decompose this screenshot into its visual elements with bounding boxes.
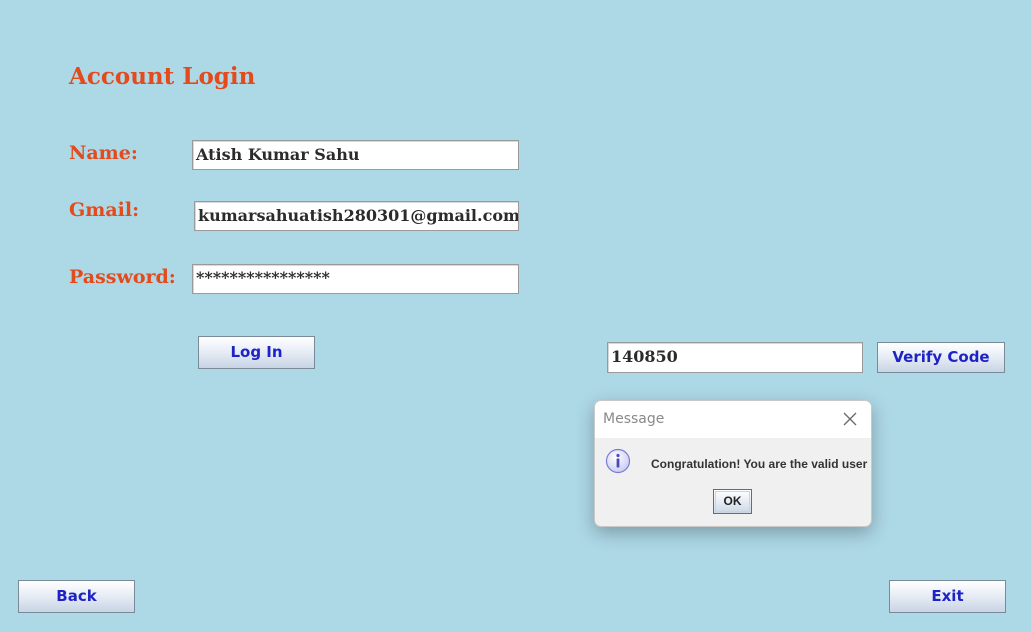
back-button[interactable]: Back — [18, 580, 135, 613]
close-icon[interactable] — [841, 410, 859, 428]
info-icon — [605, 448, 631, 474]
verify-code-button[interactable]: Verify Code — [877, 342, 1005, 373]
dialog-message: Congratulation! You are the valid user — [651, 457, 868, 471]
login-button[interactable]: Log In — [198, 336, 315, 369]
gmail-label: Gmail: — [69, 199, 140, 221]
name-label: Name: — [69, 142, 138, 164]
gmail-field[interactable]: kumarsahuatish280301@gmail.com — [194, 201, 519, 231]
message-dialog: Message Congratulation! You are the vali… — [594, 400, 872, 527]
dialog-titlebar[interactable]: Message — [595, 401, 871, 438]
ok-button[interactable]: OK — [713, 489, 752, 514]
exit-button[interactable]: Exit — [889, 580, 1006, 613]
verification-code-field[interactable]: 140850 — [607, 342, 863, 373]
page-title: Account Login — [69, 63, 256, 90]
password-field[interactable]: **************** — [192, 264, 519, 294]
name-field[interactable]: Atish Kumar Sahu — [192, 140, 519, 170]
dialog-title: Message — [603, 411, 665, 427]
password-label: Password: — [69, 266, 176, 288]
